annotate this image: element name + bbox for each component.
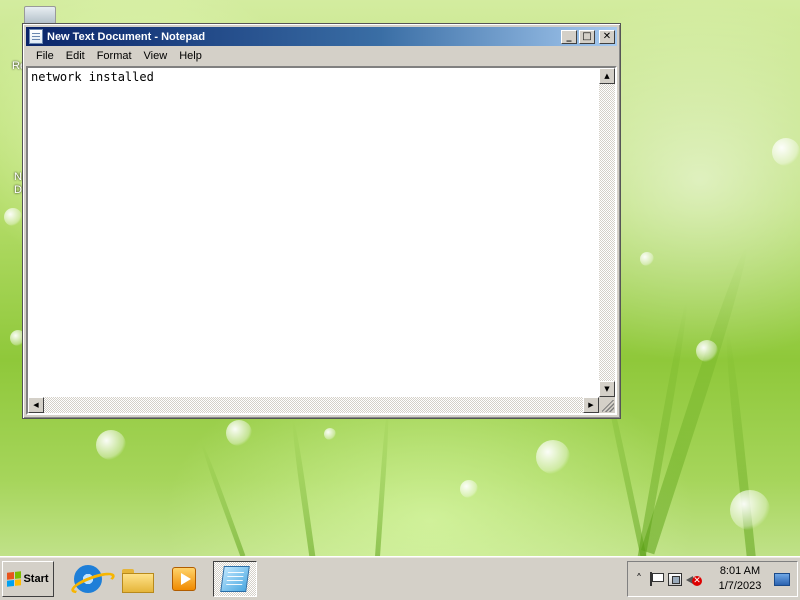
resize-grip-icon[interactable]: [602, 400, 614, 412]
network-icon[interactable]: [666, 570, 684, 588]
menu-format[interactable]: Format: [91, 50, 138, 62]
start-button[interactable]: Start: [2, 561, 54, 597]
menu-file[interactable]: File: [30, 50, 60, 62]
menu-edit[interactable]: Edit: [60, 50, 91, 62]
notepad-icon[interactable]: [29, 29, 43, 44]
title-bar[interactable]: New Text Document - Notepad _ □ ✕: [26, 27, 617, 46]
taskbar-windows-explorer[interactable]: [115, 561, 159, 597]
maximize-button[interactable]: □: [579, 29, 595, 44]
scroll-right-button[interactable]: ▶: [583, 397, 599, 413]
clock[interactable]: 8:01 AM 1/7/2023: [712, 564, 768, 594]
show-desktop-icon[interactable]: [774, 572, 790, 586]
taskbar: Start ˄ 8:01 AM 1/7/2023: [0, 556, 800, 600]
action-center-flag-icon[interactable]: [648, 570, 666, 588]
document-text[interactable]: network installed: [30, 69, 597, 395]
horizontal-scrollbar[interactable]: ◀ ▶: [28, 397, 599, 413]
ie-icon: [74, 565, 102, 593]
taskbar-internet-explorer[interactable]: [66, 561, 110, 597]
clock-date: 1/7/2023: [718, 580, 762, 592]
text-editor[interactable]: network installed ▲ ▼ ◀ ▶: [26, 66, 617, 415]
desktop-icon-label-2[interactable]: D: [14, 184, 22, 196]
folder-icon: [122, 567, 154, 593]
volume-muted-icon[interactable]: [684, 570, 702, 588]
close-button[interactable]: ✕: [599, 29, 615, 44]
resize-corner[interactable]: [599, 397, 615, 413]
menu-help[interactable]: Help: [173, 50, 208, 62]
show-hidden-icons-button[interactable]: ˄: [630, 570, 648, 588]
menu-bar: File Edit Format View Help: [26, 47, 617, 65]
minimize-button[interactable]: _: [561, 29, 577, 44]
clock-time: 8:01 AM: [719, 565, 761, 577]
media-player-icon: [172, 567, 196, 591]
notepad-window[interactable]: New Text Document - Notepad _ □ ✕ File E…: [22, 23, 621, 419]
desktop-icon-label-1[interactable]: N: [14, 171, 22, 183]
scroll-down-button[interactable]: ▼: [599, 381, 615, 397]
window-title: New Text Document - Notepad: [47, 30, 206, 43]
vertical-scrollbar[interactable]: ▲ ▼: [599, 68, 615, 397]
scroll-up-button[interactable]: ▲: [599, 68, 615, 84]
taskbar-notepad[interactable]: [213, 561, 257, 597]
taskbar-media-player[interactable]: [162, 561, 206, 597]
notepad-icon: [220, 566, 250, 592]
system-tray: ˄ 8:01 AM 1/7/2023: [627, 561, 798, 597]
windows-logo-icon: [7, 571, 22, 587]
scroll-left-button[interactable]: ◀: [28, 397, 44, 413]
menu-view[interactable]: View: [138, 50, 174, 62]
start-label: Start: [23, 573, 49, 585]
